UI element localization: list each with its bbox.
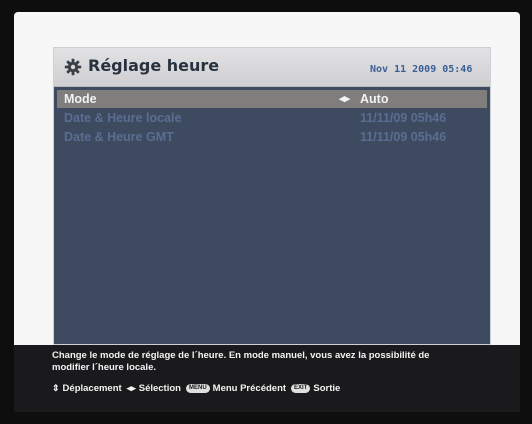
gear-icon	[64, 58, 82, 76]
clock-datetime: Nov 11 2009 05:46	[370, 64, 473, 75]
title-bar: Réglage heure Nov 11 2009 05:46	[54, 48, 490, 87]
row-local-datetime[interactable]: Date & Heure locale 11/11/09 05h46	[57, 109, 487, 127]
page-title: Réglage heure	[88, 56, 220, 75]
left-right-arrows-icon: ◂▸	[126, 382, 136, 393]
key-legend: ⇕ Déplacement ◂▸ Sélection MENU Menu Pré…	[52, 381, 345, 395]
legend-exit: EXIT Sortie	[291, 383, 340, 394]
row-gmt-datetime-label: Date & Heure GMT	[64, 130, 174, 144]
legend-menu: MENU Menu Précédent	[185, 382, 287, 394]
row-local-datetime-label: Date & Heure locale	[64, 111, 182, 125]
row-mode-value[interactable]: Auto	[360, 90, 388, 108]
legend-menu-label: Menu Précédent	[212, 382, 287, 394]
row-local-datetime-value: 11/11/09 05h46	[360, 111, 447, 125]
up-down-arrows-icon: ⇕	[52, 382, 60, 393]
row-gmt-datetime[interactable]: Date & Heure GMT 11/11/09 05h46	[57, 128, 487, 146]
legend-exit-label: Sortie	[313, 382, 341, 394]
left-right-arrows-icon[interactable]: ◂▸	[339, 90, 350, 108]
menu-key-icon: MENU	[185, 383, 210, 393]
legend-move: ⇕ Déplacement	[52, 383, 122, 394]
row-mode-label: Mode	[64, 92, 97, 106]
legend-select-label: Sélection	[138, 382, 181, 394]
exit-key-icon: EXIT	[291, 383, 311, 393]
help-text: Change le mode de réglage de l´heure. En…	[52, 350, 430, 373]
settings-window: Réglage heure Nov 11 2009 05:46 Mode ◂▸ …	[54, 48, 490, 344]
row-mode[interactable]: Mode ◂▸ Auto	[57, 90, 487, 108]
settings-list: Mode ◂▸ Auto Date & Heure locale 11/11/0…	[54, 90, 490, 147]
row-gmt-datetime-value: 11/11/09 05h46	[360, 130, 447, 144]
legend-move-label: Déplacement	[62, 382, 122, 394]
legend-select: ◂▸ Sélection	[127, 383, 181, 394]
help-bar: Change le mode de réglage de l´heure. En…	[14, 345, 520, 412]
